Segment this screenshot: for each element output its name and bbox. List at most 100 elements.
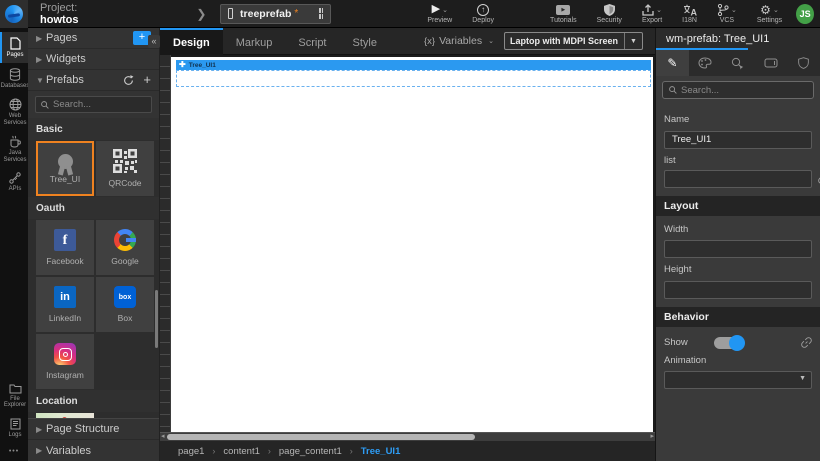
chevron-down-icon: ⌄ [731, 6, 737, 14]
rail-item-databases[interactable]: Databases [0, 63, 28, 94]
collapse-left-panel-icon[interactable]: « [148, 35, 160, 48]
prefab-card-box[interactable]: box Box [96, 277, 154, 332]
prefab-search-input[interactable] [53, 99, 146, 110]
pages-icon [10, 37, 21, 50]
folder-icon [9, 383, 22, 394]
i18n-button[interactable]: A I18N [682, 4, 697, 24]
properties-search-input[interactable] [681, 85, 807, 96]
design-canvas[interactable]: ✚ Tree_UI1 [160, 55, 655, 432]
selected-widget-label: Tree_UI1 [189, 62, 216, 69]
breadcrumb-separator: › [212, 446, 215, 456]
breadcrumb-separator: › [268, 446, 271, 456]
tutorials-button[interactable]: ▶ Tutorials [550, 4, 577, 24]
prefab-card-location-map[interactable] [36, 413, 94, 418]
shield-outline-icon [798, 57, 809, 69]
section-pages[interactable]: ▶ Pages + [28, 28, 159, 49]
prefab-card-facebook[interactable]: f Facebook [36, 220, 94, 275]
properties-search[interactable] [662, 81, 814, 99]
project-label: Project: [40, 2, 77, 14]
tab-markup[interactable]: Markup [223, 28, 286, 55]
tab-security[interactable] [787, 50, 820, 76]
horizontal-scrollbar[interactable]: ◂ ▸ [160, 432, 655, 441]
chevron-right-icon: ▶ [36, 425, 46, 434]
device-selector[interactable]: Laptop with MDPI Screen ▼ [504, 32, 643, 50]
search-icon [669, 86, 677, 94]
export-button[interactable]: ⌄ Export [642, 4, 662, 24]
bind-link-icon[interactable] [801, 337, 812, 348]
rail-item-web-services[interactable]: Web Services [0, 93, 28, 130]
canvas-page[interactable]: ✚ Tree_UI1 [171, 57, 653, 432]
tab-script[interactable]: Script [285, 28, 339, 55]
pencil-icon: ✎ [667, 56, 677, 70]
add-prefab-icon[interactable]: + [143, 74, 151, 86]
prefab-card-qrcode[interactable]: QRCode [96, 141, 154, 196]
user-avatar[interactable]: JS [796, 4, 814, 24]
tab-events[interactable] [722, 50, 755, 76]
panel-scrollbar[interactable] [155, 290, 158, 348]
scroll-left-icon[interactable]: ◂ [161, 433, 165, 441]
security-button[interactable]: Security [597, 4, 622, 24]
breadcrumb-item-content1[interactable]: content1 [223, 446, 259, 457]
tab-style[interactable]: Style [340, 28, 390, 55]
project-title: Project: howtos [40, 2, 110, 26]
breadcrumb-item-page1[interactable]: page1 [178, 446, 204, 457]
scroll-right-icon[interactable]: ▸ [650, 433, 654, 441]
rail-item-apis[interactable]: APIs [0, 167, 28, 197]
qrcode-icon [113, 149, 137, 173]
tab-design[interactable]: Design [160, 28, 223, 55]
prefab-search[interactable] [35, 96, 152, 113]
animation-field-label: Animation [664, 355, 812, 366]
rail-item-java-services[interactable]: Java Services [0, 130, 28, 167]
variables-button[interactable]: {x} Variables ⌄ [424, 35, 494, 47]
animation-select[interactable] [664, 371, 812, 389]
chevron-down-icon: ⌄ [442, 6, 448, 14]
name-field[interactable] [664, 131, 812, 149]
section-prefabs[interactable]: ▼ Prefabs + [28, 70, 159, 91]
list-field-label: list [664, 155, 812, 166]
show-toggle[interactable] [714, 337, 744, 349]
section-variables[interactable]: ▶ Variables [28, 440, 159, 461]
section-page-structure[interactable]: ▶ Page Structure [28, 419, 159, 440]
rail-item-file-explorer[interactable]: File Explorer [0, 378, 28, 413]
prefab-card-tree-ui[interactable]: Tree_UI [36, 141, 94, 196]
width-field-label: Width [664, 224, 812, 235]
settings-button[interactable]: ⚙⌄ Settings [757, 4, 782, 24]
height-field[interactable] [664, 281, 812, 299]
prefab-card-linkedin[interactable]: in LinkedIn [36, 277, 94, 332]
refresh-icon[interactable] [123, 75, 134, 86]
breadcrumb-item-page-content1[interactable]: page_content1 [279, 446, 342, 457]
list-field[interactable] [664, 170, 812, 188]
tree-ui-prefab-icon [58, 154, 73, 169]
grid-view-icon[interactable] [319, 8, 323, 19]
wavemaker-logo[interactable] [0, 0, 28, 28]
selected-widget-bar[interactable]: ✚ Tree_UI1 [176, 60, 651, 70]
toggle-knob [729, 335, 745, 351]
modified-marker: * [294, 8, 298, 19]
properties-panel-title: wm-prefab: Tree_UI1 [656, 28, 820, 50]
i18n-translate-icon: A [683, 4, 697, 16]
prefab-card-google[interactable]: Google [96, 220, 154, 275]
svg-text:A: A [690, 7, 697, 16]
breadcrumb-item-tree-ui1[interactable]: Tree_UI1 [361, 446, 401, 457]
chevron-down-icon: ▼ [624, 33, 637, 49]
widget-selection-outline[interactable] [176, 70, 651, 87]
chevron-down-icon: ⌄ [488, 37, 494, 45]
open-file-tab[interactable]: treeprefab * [220, 4, 331, 24]
scrollbar-thumb[interactable] [167, 434, 475, 440]
tab-device[interactable] [754, 50, 787, 76]
rail-item-logs[interactable]: Logs [0, 413, 28, 443]
deploy-button[interactable]: ↑ Deploy [472, 4, 494, 24]
chevron-down-icon: ⌄ [656, 6, 662, 14]
more-menu-button[interactable]: ••• [0, 442, 28, 461]
search-icon [41, 101, 49, 109]
width-field[interactable] [664, 240, 812, 258]
tab-styles[interactable] [689, 50, 722, 76]
vcs-button[interactable]: ⌄ VCS [717, 4, 737, 24]
box-icon: box [114, 286, 136, 308]
linkedin-icon: in [54, 286, 76, 308]
preview-button[interactable]: ▶⌄ Preview [427, 4, 452, 24]
prefab-card-instagram[interactable]: Instagram [36, 334, 94, 389]
section-widgets[interactable]: ▶ Widgets [28, 49, 159, 70]
tab-properties[interactable]: ✎ [656, 50, 689, 76]
rail-item-pages[interactable]: Pages [0, 32, 28, 63]
